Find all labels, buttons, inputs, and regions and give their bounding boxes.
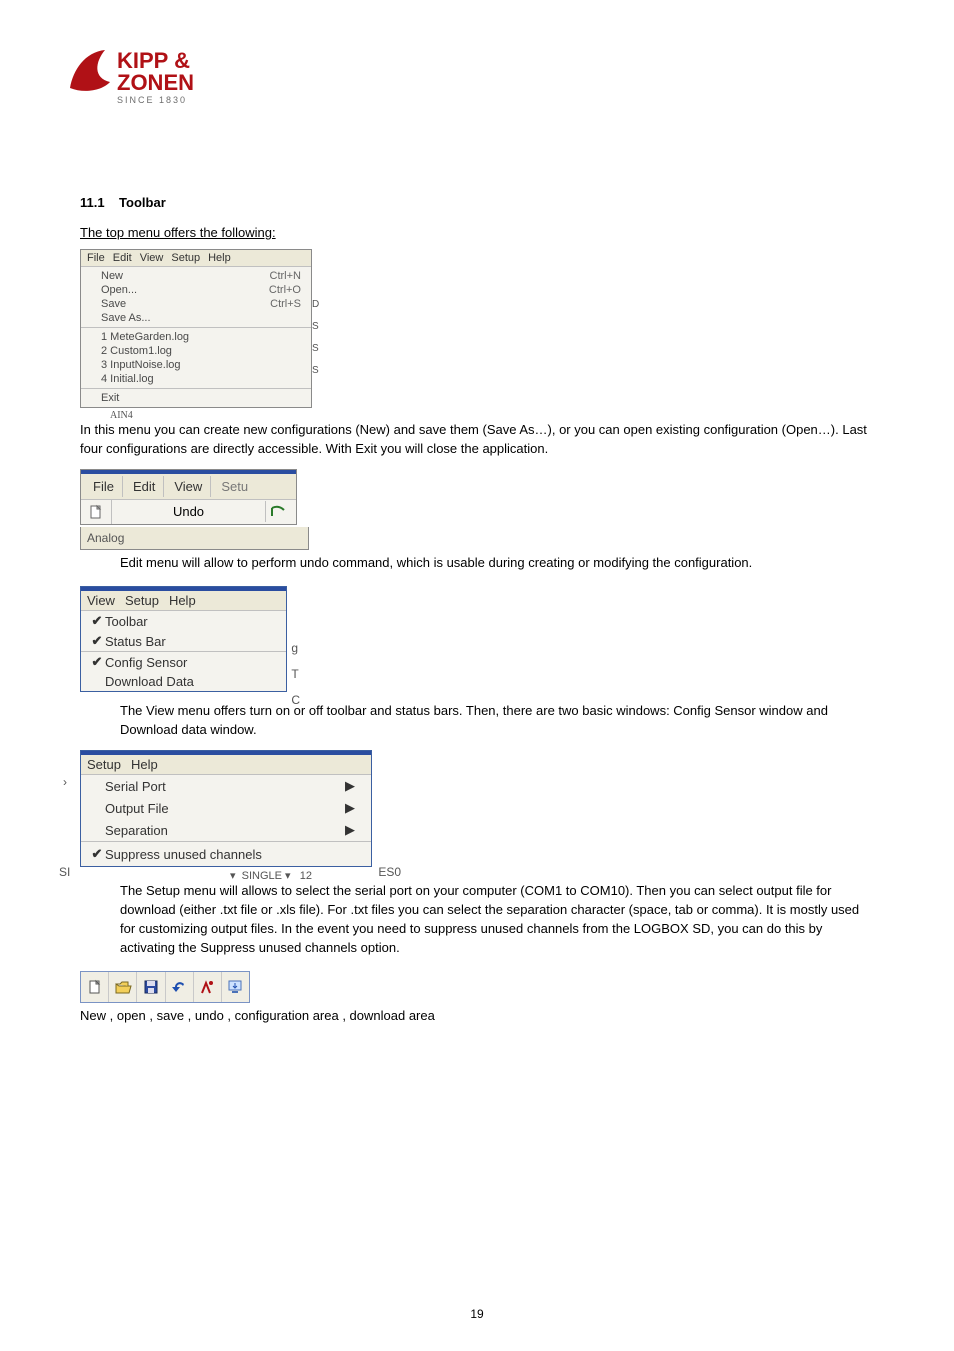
new-icon[interactable] [81,972,109,1002]
menu-view[interactable]: View [166,476,211,497]
submenu-arrow-icon: ▶ [345,800,363,816]
ain4-label: AIN4 [110,410,874,421]
edit-menu-screenshot: File Edit View Setu Undo [80,469,297,525]
setup-menu-screenshot: Setup Help Serial Port▶ Output File▶ Sep… [80,750,372,867]
menu-help[interactable]: Help [169,593,196,608]
file-menu-screenshot: File Edit View Setup Help NewCtrl+N Open… [80,249,312,408]
si-label: SI [59,865,401,879]
view-menu-description: The View menu offers turn on or off tool… [120,702,874,740]
file-exit[interactable]: Exit [81,391,311,405]
config-area-icon[interactable] [194,972,222,1002]
file-open[interactable]: Open...Ctrl+O [81,283,311,297]
es-label: ES0 [378,865,401,879]
cropped-side-letters: gTC [291,635,300,713]
menu-view[interactable]: View [140,252,164,264]
page-number: 19 [0,1307,954,1321]
setup-output-file[interactable]: Output File▶ [81,797,371,819]
recent-2[interactable]: 2 Custom1.log [81,344,311,358]
file-save[interactable]: SaveCtrl+S [81,297,311,311]
open-icon[interactable] [109,972,137,1002]
menu-file[interactable]: File [87,252,105,264]
toolbar-caption: New , open , save , undo , configuration… [80,1007,874,1026]
section-number: 11.1 [80,195,105,210]
submenu-arrow-icon: ▶ [345,822,363,838]
menu-setup[interactable]: Setup [125,593,159,608]
file-new[interactable]: NewCtrl+N [81,269,311,283]
view-statusbar[interactable]: ✔Status Bar [81,631,286,651]
toolbar-icons-screenshot [80,971,250,1003]
setup-separation[interactable]: Separation▶ [81,819,371,841]
svg-text:SINCE 1830: SINCE 1830 [117,95,187,105]
edit-undo[interactable]: Undo [112,501,266,522]
menu-setup[interactable]: Setup [171,252,200,264]
menu-help[interactable]: Help [208,252,231,264]
menu-file[interactable]: File [85,476,123,497]
section-title: Toolbar [119,195,166,210]
menu-edit[interactable]: Edit [125,476,164,497]
menu-bar: File Edit View Setup Help [81,250,311,267]
svg-text:ZONEN: ZONEN [117,70,194,95]
edit-menu-description: Edit menu will allow to perform undo com… [120,554,874,573]
recent-3[interactable]: 3 InputNoise.log [81,358,311,372]
view-config-sensor[interactable]: ✔Config Sensor [81,652,286,672]
recent-4[interactable]: 4 Initial.log [81,372,311,386]
new-file-icon[interactable] [81,500,112,524]
menu-setup-cut: Setu [213,476,256,497]
view-download-data[interactable]: Download Data [81,672,286,691]
section-heading: 11.1 Toolbar [80,195,874,210]
menu-edit[interactable]: Edit [113,252,132,264]
cropped-prefix: › [63,775,401,789]
view-toolbar[interactable]: ✔Toolbar [81,611,286,631]
menu-help[interactable]: Help [131,757,158,772]
setup-menu-description: The Setup menu will allows to select the… [120,882,874,957]
undo-icon[interactable] [166,972,194,1002]
company-logo: KIPP & ZONEN SINCE 1830 [65,40,874,115]
analog-label: Analog [80,527,309,550]
menu-view[interactable]: View [87,593,115,608]
intro-text: The top menu offers the following: [80,224,874,243]
check-icon: ✔ [89,633,105,649]
recent-1[interactable]: 1 MeteGarden.log [81,330,311,344]
file-save-as[interactable]: Save As... [81,311,311,325]
cropped-ui-stub: DSSS [312,299,319,376]
menu-setup[interactable]: Setup [87,757,121,772]
check-icon: ✔ [89,846,105,862]
save-icon[interactable] [137,972,165,1002]
setup-suppress[interactable]: ✔Suppress unused channels [81,842,371,866]
view-menu-screenshot: View Setup Help ✔Toolbar ✔Status Bar ✔Co… [80,586,287,692]
file-menu-description: In this menu you can create new configur… [80,421,874,459]
check-icon: ✔ [89,654,105,670]
download-area-icon[interactable] [222,972,249,1002]
check-icon: ✔ [89,613,105,629]
